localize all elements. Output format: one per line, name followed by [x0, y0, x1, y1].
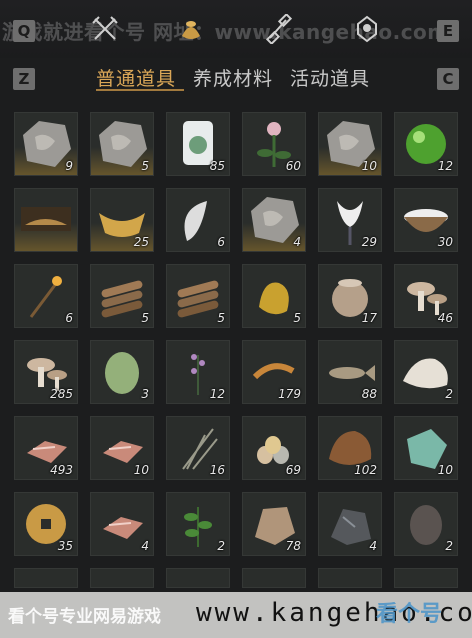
tab-common-items[interactable]: 普通道具: [96, 64, 176, 91]
inventory-slot[interactable]: 17: [318, 264, 382, 328]
inventory-slot[interactable]: [90, 568, 154, 588]
item-quantity: 2: [445, 387, 453, 401]
item-quantity: 12: [437, 159, 453, 173]
inventory-slot[interactable]: 10: [394, 416, 458, 480]
item-quantity: 5: [141, 311, 149, 325]
inventory-slot[interactable]: [14, 568, 78, 588]
item-quantity: 10: [437, 463, 453, 477]
inventory-slot[interactable]: 25: [90, 188, 154, 252]
scroll-icon[interactable]: [264, 12, 294, 46]
inventory-slot[interactable]: 5: [90, 112, 154, 176]
item-quantity: 12: [209, 387, 225, 401]
item-quantity: 4: [293, 235, 301, 249]
item-quantity: 17: [361, 311, 377, 325]
site-logo: 看个号: [376, 596, 466, 634]
inventory-slot[interactable]: 5: [242, 264, 306, 328]
inventory-slot[interactable]: [394, 568, 458, 588]
inventory-slot[interactable]: [318, 568, 382, 588]
item-quantity: 5: [141, 159, 149, 173]
inventory-slot[interactable]: 85: [166, 112, 230, 176]
tab-event-items[interactable]: 活动道具: [290, 64, 370, 91]
inventory-slot[interactable]: 6: [166, 188, 230, 252]
inventory-slot[interactable]: 12: [166, 340, 230, 404]
inventory-slot[interactable]: 179: [242, 340, 306, 404]
item-quantity: 88: [361, 387, 377, 401]
map-pin-icon[interactable]: [352, 14, 382, 44]
inventory-slot[interactable]: 10: [318, 112, 382, 176]
item-quantity: 2: [445, 539, 453, 553]
inventory-slot[interactable]: 30: [394, 188, 458, 252]
item-quantity: 9: [65, 159, 73, 173]
bottom-watermark-text: 看个号专业网易游戏: [8, 607, 161, 627]
inventory-slot[interactable]: 88: [318, 340, 382, 404]
item-quantity: 102: [354, 463, 377, 477]
item-quantity: 10: [361, 159, 377, 173]
inventory-slot[interactable]: 12: [394, 112, 458, 176]
inventory-slot[interactable]: 4: [90, 492, 154, 556]
item-quantity: 85: [209, 159, 225, 173]
item-quantity: 69: [285, 463, 301, 477]
inventory-slot[interactable]: 2: [166, 492, 230, 556]
item-quantity: 285: [50, 387, 73, 401]
item-quantity: 16: [209, 463, 225, 477]
inventory-slot[interactable]: 16: [166, 416, 230, 480]
inventory-slot[interactable]: [14, 188, 78, 252]
item-quantity: 60: [285, 159, 301, 173]
item-quantity: 78: [285, 539, 301, 553]
inventory-slot[interactable]: [166, 568, 230, 588]
item-quantity: 5: [217, 311, 225, 325]
inventory-slot[interactable]: 3: [90, 340, 154, 404]
item-quantity: 29: [361, 235, 377, 249]
item-quantity: 30: [437, 235, 453, 249]
inventory-slot[interactable]: 29: [318, 188, 382, 252]
inventory-slot[interactable]: 78: [242, 492, 306, 556]
inventory-slot[interactable]: 6: [14, 264, 78, 328]
tab-materials[interactable]: 养成材料: [193, 64, 273, 91]
inventory-slot[interactable]: 4: [242, 188, 306, 252]
item-quantity: 25: [133, 235, 149, 249]
inventory-slot[interactable]: 69: [242, 416, 306, 480]
inventory-slot[interactable]: 4: [318, 492, 382, 556]
inventory-slot[interactable]: 5: [90, 264, 154, 328]
item-quantity: 6: [65, 311, 73, 325]
inventory-slot[interactable]: 2: [394, 492, 458, 556]
item-quantity: 179: [278, 387, 301, 401]
item-quantity: 2: [217, 539, 225, 553]
inventory-slot[interactable]: [242, 568, 306, 588]
inventory-slot[interactable]: 102: [318, 416, 382, 480]
item-quantity: 3: [141, 387, 149, 401]
item-quantity: 6: [217, 235, 225, 249]
inventory-slot[interactable]: 285: [14, 340, 78, 404]
active-tab-indicator: [96, 89, 184, 91]
inventory-slot[interactable]: 60: [242, 112, 306, 176]
inventory-slot[interactable]: 9: [14, 112, 78, 176]
inventory-slot[interactable]: 10: [90, 416, 154, 480]
tab-bar: 普通道具 养成材料 活动道具: [0, 62, 472, 96]
item-quantity: 35: [57, 539, 73, 553]
site-logo-text: 看个号: [376, 602, 443, 627]
item-quantity: 4: [369, 539, 377, 553]
inventory-slot[interactable]: 35: [14, 492, 78, 556]
next-category-key[interactable]: E: [437, 20, 459, 42]
inventory-slot[interactable]: 2: [394, 340, 458, 404]
item-quantity: 493: [50, 463, 73, 477]
item-quantity: 10: [133, 463, 149, 477]
coin-pouch-icon[interactable]: [176, 14, 206, 44]
crossed-swords-icon[interactable]: [90, 14, 120, 44]
item-quantity: 46: [437, 311, 453, 325]
inventory-slot[interactable]: 5: [166, 264, 230, 328]
item-quantity: 4: [141, 539, 149, 553]
prev-category-key[interactable]: Q: [13, 20, 35, 42]
inventory-slot[interactable]: 493: [14, 416, 78, 480]
item-quantity: 5: [293, 311, 301, 325]
inventory-slot[interactable]: 46: [394, 264, 458, 328]
